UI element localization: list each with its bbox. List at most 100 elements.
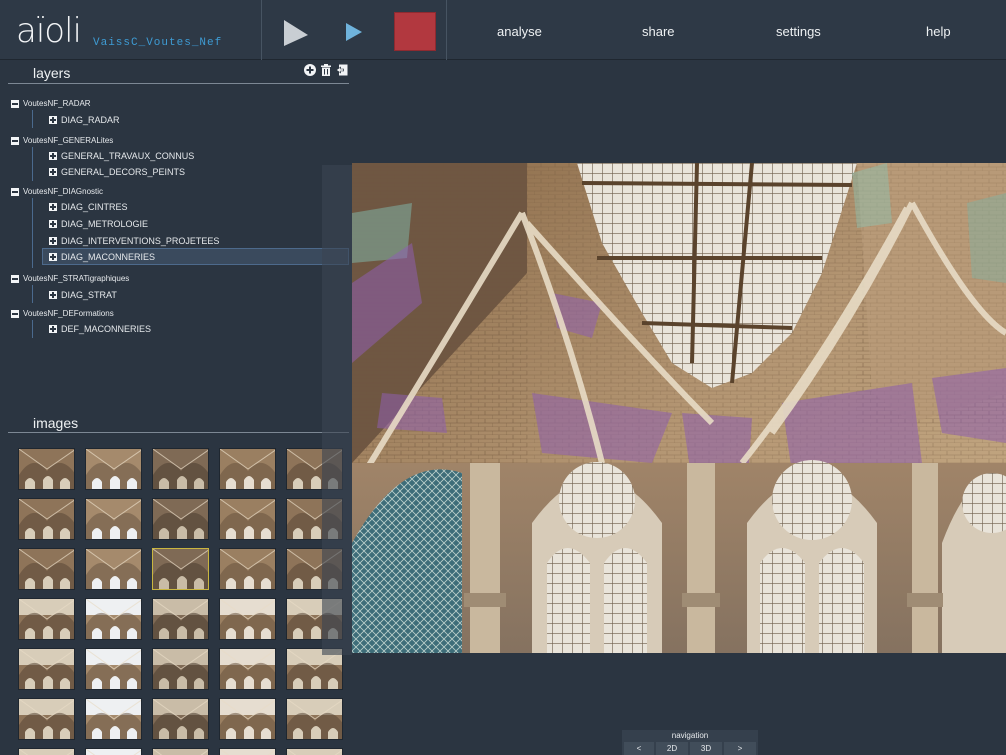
export-icon[interactable]	[336, 64, 348, 76]
layer-group[interactable]: VoutesNF_GENERALites	[11, 136, 113, 145]
layer-actions	[304, 64, 348, 76]
image-thumbnail[interactable]	[219, 548, 276, 590]
image-thumbnail[interactable]	[18, 648, 75, 690]
image-thumbnail[interactable]	[286, 748, 343, 755]
image-thumbnail[interactable]	[219, 448, 276, 490]
image-thumbnail[interactable]	[85, 548, 142, 590]
expand-icon[interactable]	[49, 202, 57, 211]
layer-item-label: DIAG_INTERVENTIONS_PROJETEES	[61, 235, 220, 246]
image-thumbnail[interactable]	[85, 698, 142, 740]
image-thumbnail[interactable]	[286, 698, 343, 740]
image-thumbnail[interactable]	[18, 548, 75, 590]
image-thumbnail[interactable]	[152, 498, 209, 540]
cursor-arrow-icon[interactable]	[282, 18, 310, 48]
add-icon[interactable]	[304, 64, 316, 76]
layer-item[interactable]: DIAG_STRAT	[49, 286, 117, 303]
image-thumbnail[interactable]	[219, 648, 276, 690]
expand-icon[interactable]	[49, 115, 57, 124]
expand-icon[interactable]	[49, 151, 57, 160]
expand-icon[interactable]	[49, 219, 57, 228]
layer-group[interactable]: VoutesNF_DEFormations	[11, 309, 114, 318]
image-thumbnail-grid	[18, 448, 352, 755]
expand-icon[interactable]	[49, 290, 57, 299]
image-thumbnail[interactable]	[85, 598, 142, 640]
expand-icon[interactable]	[49, 252, 57, 261]
collapse-icon[interactable]	[11, 187, 19, 196]
expand-icon[interactable]	[49, 167, 57, 176]
layer-group-label: VoutesNF_DEFormations	[23, 309, 114, 318]
layer-item-label: GENERAL_DECORS_PEINTS	[61, 166, 186, 177]
layer-item[interactable]: DIAG_RADAR	[49, 111, 120, 128]
menu-help[interactable]: help	[926, 24, 951, 39]
image-thumbnail[interactable]	[18, 448, 75, 490]
image-thumbnail[interactable]	[219, 498, 276, 540]
header-divider	[446, 0, 447, 60]
image-thumbnail[interactable]	[152, 748, 209, 755]
layer-item-label: DIAG_STRAT	[61, 289, 117, 300]
layer-item[interactable]: DEF_MACONNERIES	[49, 320, 151, 337]
layer-item[interactable]: DIAG_METROLOGIE	[49, 215, 148, 232]
image-thumbnail[interactable]	[219, 598, 276, 640]
layer-group[interactable]: VoutesNF_STRATigraphiques	[11, 274, 129, 283]
nav-next-button[interactable]: >	[724, 742, 756, 755]
image-thumbnail[interactable]	[219, 698, 276, 740]
image-thumbnail[interactable]	[85, 748, 142, 755]
tree-line	[32, 198, 33, 268]
collapse-icon[interactable]	[11, 274, 19, 283]
layer-item-label: DIAG_MACONNERIES	[61, 251, 156, 262]
layer-group[interactable]: VoutesNF_RADAR	[11, 99, 91, 108]
layer-item[interactable]: GENERAL_DECORS_PEINTS	[49, 163, 185, 180]
header-divider	[261, 0, 262, 60]
images-divider	[8, 432, 349, 433]
tree-line	[32, 285, 33, 303]
image-thumbnail[interactable]	[152, 698, 209, 740]
image-thumbnail[interactable]	[18, 498, 75, 540]
trash-icon[interactable]	[320, 64, 332, 76]
image-thumbnail[interactable]	[152, 648, 209, 690]
expand-icon[interactable]	[49, 236, 57, 245]
layer-group-label: VoutesNF_GENERALites	[23, 136, 114, 145]
image-thumbnail[interactable]	[152, 548, 209, 590]
app-logo: aïoli	[16, 11, 82, 51]
image-thumbnail[interactable]	[219, 748, 276, 755]
image-thumbnail[interactable]	[85, 498, 142, 540]
collapse-icon[interactable]	[11, 136, 19, 145]
collapse-icon[interactable]	[11, 309, 19, 318]
expand-icon[interactable]	[49, 324, 57, 333]
nav-2d-button[interactable]: 2D	[656, 742, 688, 755]
photo-edge	[322, 165, 352, 655]
play-icon[interactable]	[344, 22, 364, 42]
layer-group[interactable]: VoutesNF_DIAGnostic	[11, 187, 103, 196]
image-thumbnail[interactable]	[152, 448, 209, 490]
images-title: images	[33, 415, 79, 431]
layer-item[interactable]: GENERAL_TRAVAUX_CONNUS	[49, 147, 194, 164]
menu-analyse[interactable]: analyse	[497, 24, 542, 39]
image-thumbnail[interactable]	[152, 598, 209, 640]
project-title: VaissC_Voutes_Nef	[93, 37, 223, 49]
layer-item-label: GENERAL_TRAVAUX_CONNUS	[61, 150, 195, 161]
menu-settings[interactable]: settings	[776, 24, 821, 39]
layers-divider	[8, 83, 349, 84]
layer-item[interactable]: DIAG_CINTRES	[49, 198, 128, 215]
side-panel: layers VoutesNF_RADAR DIAG_RADAR VoutesN…	[8, 60, 352, 755]
navigation-title: navigation	[671, 731, 709, 740]
layer-item[interactable]: DIAG_INTERVENTIONS_PROJETEES	[49, 232, 219, 249]
image-thumbnail[interactable]	[85, 448, 142, 490]
image-thumbnail[interactable]	[18, 748, 75, 755]
image-thumbnail[interactable]	[18, 698, 75, 740]
tree-line	[32, 147, 33, 181]
tree-line	[32, 110, 33, 128]
collapse-icon[interactable]	[11, 99, 19, 108]
image-thumbnail[interactable]	[18, 598, 75, 640]
image-viewer[interactable]	[322, 60, 1006, 755]
layer-item-label: DIAG_CINTRES	[61, 201, 128, 212]
layer-item-label: DIAG_METROLOGIE	[61, 218, 149, 229]
nav-prev-button[interactable]: <	[624, 742, 654, 755]
nav-3d-button[interactable]: 3D	[690, 742, 722, 755]
vault-photo[interactable]	[352, 163, 1006, 653]
layer-item-selected[interactable]: DIAG_MACONNERIES	[42, 248, 349, 265]
menu-share[interactable]: share	[642, 24, 675, 39]
image-thumbnail[interactable]	[85, 648, 142, 690]
record-button[interactable]	[394, 12, 436, 51]
layer-group-label: VoutesNF_STRATigraphiques	[23, 274, 130, 283]
